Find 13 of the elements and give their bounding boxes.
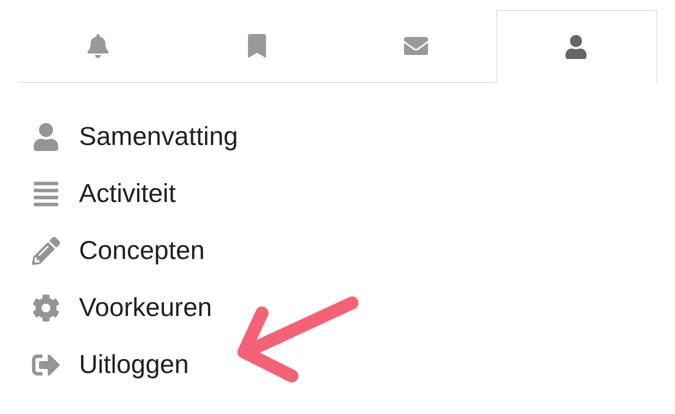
- user-icon: [32, 122, 60, 150]
- menu-item[interactable]: Uitloggen: [18, 336, 675, 393]
- user-icon: [564, 35, 588, 59]
- menu-item[interactable]: Voorkeuren: [18, 279, 675, 336]
- menu-item[interactable]: Concepten: [18, 222, 675, 279]
- pencil-icon: [32, 236, 60, 264]
- tab[interactable]: [496, 10, 657, 83]
- menu-item[interactable]: Samenvatting: [18, 108, 675, 165]
- lines-icon: [32, 180, 60, 208]
- menu-item[interactable]: Activiteit: [18, 165, 675, 222]
- bell-icon: [86, 34, 110, 58]
- settings-icon: [32, 294, 60, 322]
- envelope-icon: [404, 34, 428, 58]
